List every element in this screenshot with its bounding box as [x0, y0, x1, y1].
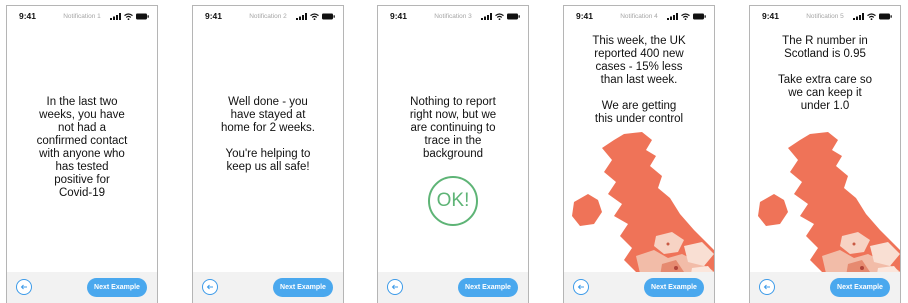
notification-message: Well done - you have stayed at home for …: [221, 96, 315, 173]
status-title: Notification 2: [249, 12, 287, 20]
notification-message: The R number in Scotland is 0.95 Take ex…: [778, 35, 872, 112]
phone-screen-notification-5: 9:41 Notification 5 The R number in Scot…: [749, 5, 901, 303]
footer-bar: Next Example: [750, 272, 900, 303]
arrow-left-icon: [391, 284, 398, 290]
arrow-left-icon: [577, 284, 584, 290]
next-example-button[interactable]: Next Example: [87, 278, 147, 297]
back-button[interactable]: [202, 279, 218, 295]
uk-cases-map: [572, 132, 714, 282]
phone-screen-notification-1: 9:41 Notification 1 In the last two week…: [6, 5, 158, 303]
footer-bar: Next Example: [564, 272, 714, 303]
arrow-left-icon: [763, 284, 770, 290]
back-button[interactable]: [387, 279, 403, 295]
phone-screen-notification-4: 9:41 Notification 4 This week, the UK re…: [563, 5, 715, 303]
phone-screen-notification-2: 9:41 Notification 2 Well done - you have…: [192, 5, 344, 303]
status-bar: 9:41 Notification 5: [750, 6, 900, 26]
next-example-button[interactable]: Next Example: [644, 278, 704, 297]
back-button[interactable]: [573, 279, 589, 295]
status-bar: 9:41 Notification 1: [7, 6, 157, 26]
footer-bar: Next Example: [378, 272, 528, 303]
phone-screen-notification-3: 9:41 Notification 3 Nothing to report ri…: [377, 5, 529, 303]
status-bar: 9:41 Notification 4: [564, 6, 714, 26]
arrow-left-icon: [206, 284, 213, 290]
next-example-button[interactable]: Next Example: [458, 278, 518, 297]
next-example-button[interactable]: Next Example: [830, 278, 890, 297]
status-bar: 9:41 Notification 3: [378, 6, 528, 26]
status-title: Notification 1: [63, 12, 101, 20]
back-button[interactable]: [759, 279, 775, 295]
ok-badge: OK!: [428, 176, 478, 226]
notification-message: Nothing to report right now, but we are …: [409, 96, 497, 160]
status-title: Notification 5: [806, 12, 844, 20]
notification-message: In the last two weeks, you have not had …: [36, 96, 128, 199]
status-title: Notification 3: [434, 12, 472, 20]
next-example-button[interactable]: Next Example: [273, 278, 333, 297]
back-button[interactable]: [16, 279, 32, 295]
notification-message: This week, the UK reported 400 new cases…: [592, 35, 686, 125]
status-title: Notification 4: [620, 12, 658, 20]
footer-bar: Next Example: [7, 272, 157, 303]
status-bar: 9:41 Notification 2: [193, 6, 343, 26]
arrow-left-icon: [20, 284, 27, 290]
uk-cases-map: [758, 132, 900, 282]
footer-bar: Next Example: [193, 272, 343, 303]
